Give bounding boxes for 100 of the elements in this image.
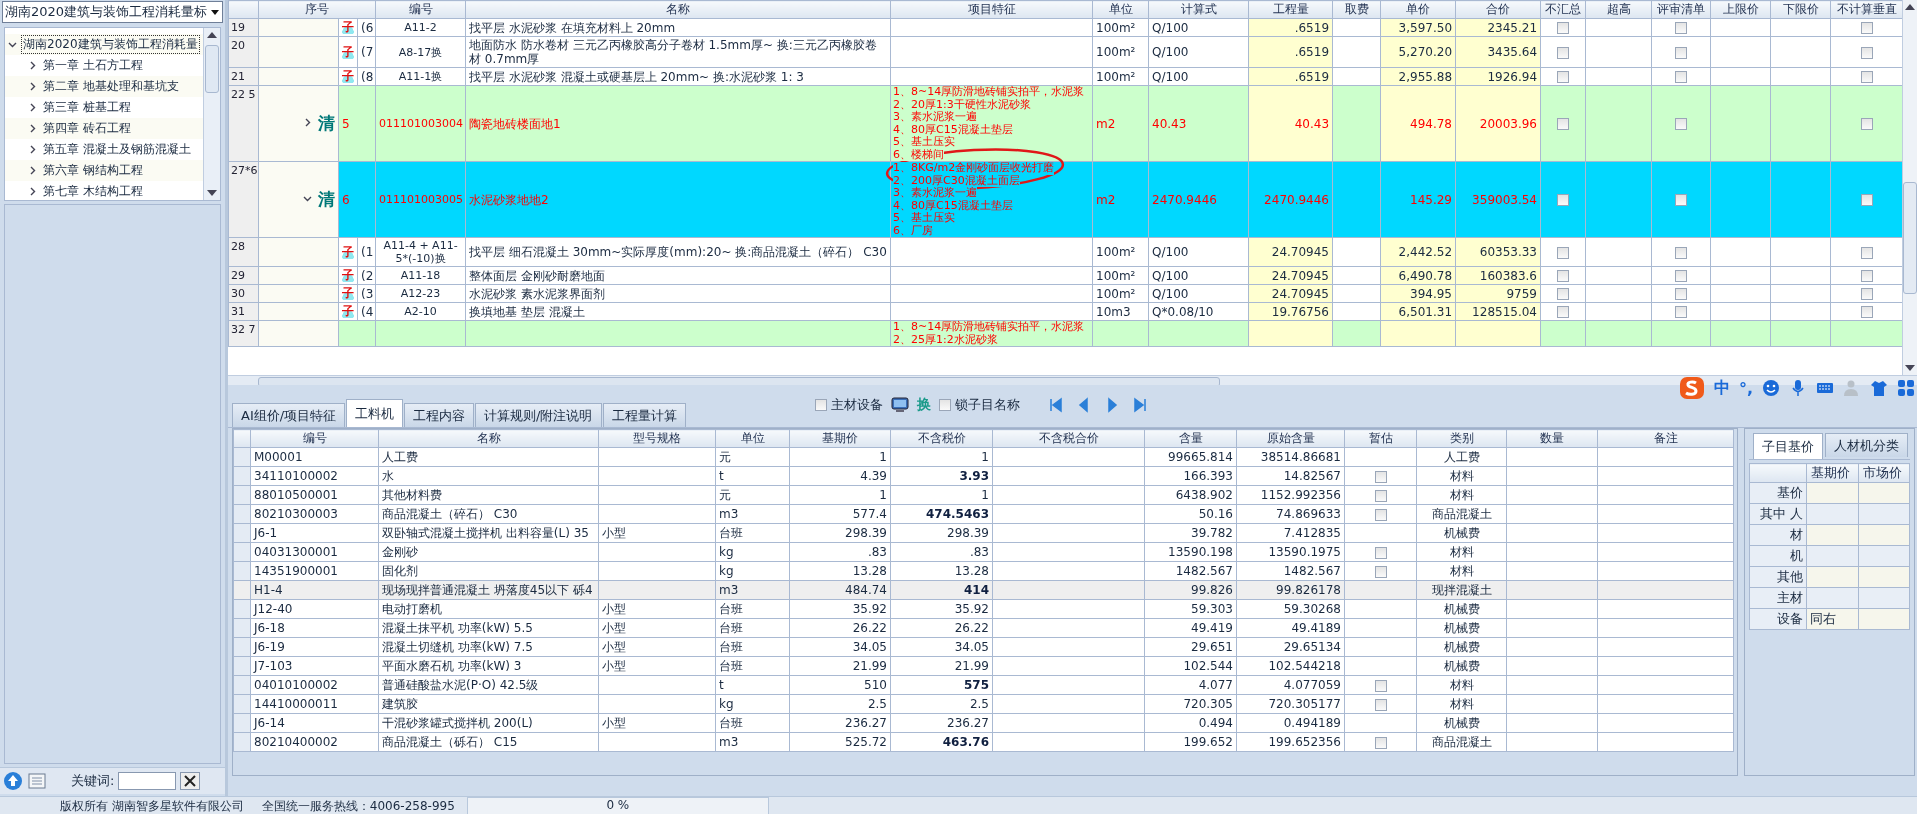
column-header[interactable]: 含量 xyxy=(1144,429,1237,448)
table-row[interactable]: 14410000011 建筑胶 kg 2.5 2.5 720.305 720.305177 材料 xyxy=(233,694,1734,714)
checkbox[interactable] xyxy=(1675,270,1687,282)
column-header[interactable]: 项目特征 xyxy=(890,0,1093,19)
column-header[interactable]: 单位 xyxy=(715,429,790,448)
table-row[interactable]: J6-14 干混砂浆罐式搅拌机 200(L) 小型 台班 236.27 236.27 0.494 0.494189 机械费 xyxy=(233,713,1734,733)
tab[interactable]: 人材机分类 xyxy=(1825,433,1908,457)
checkbox[interactable] xyxy=(1374,736,1387,749)
column-header[interactable]: 序号 xyxy=(258,0,376,19)
column-header[interactable]: 上限价 xyxy=(1710,0,1771,19)
column-header[interactable]: 原始含量 xyxy=(1236,429,1345,448)
checkbox[interactable] xyxy=(1861,288,1873,300)
table-row[interactable]: 80210300003 商品混凝土（碎石） C30 m3 577.4 474.5463 50.16 74.869633 商品混凝土 xyxy=(233,504,1734,524)
checkbox[interactable] xyxy=(1861,270,1873,282)
clear-button[interactable] xyxy=(180,772,201,790)
table-row[interactable]: J6-1 双卧轴式混凝土搅拌机 出料容量(L) 35 小型 台班 298.39 298.39 39.782 7.412835 机械费 xyxy=(233,523,1734,543)
table-row[interactable]: 34110100002 水 t 4.39 3.93 166.393 14.82567 材料 xyxy=(233,466,1734,486)
checkbox[interactable] xyxy=(1675,306,1687,318)
scroll-thumb[interactable] xyxy=(258,377,1220,385)
column-header[interactable]: 编号 xyxy=(250,429,379,448)
chevron-icon[interactable] xyxy=(28,61,37,70)
scrollbar[interactable] xyxy=(1902,0,1917,375)
scroll-up-icon[interactable] xyxy=(207,32,217,38)
table-row[interactable]: J12-40 电动打磨机 小型 台班 35.92 35.92 59.303 59.30268 机械费 xyxy=(233,599,1734,619)
chevron-icon[interactable] xyxy=(28,103,37,112)
tab[interactable]: 工程量计算 xyxy=(602,403,686,427)
checkbox[interactable] xyxy=(1675,246,1687,259)
table-row[interactable]: J6-18 混凝土抹平机 功率(kW) 5.5 小型 台班 26.22 26.22 49.419 49.4189 机械费 xyxy=(233,618,1734,638)
person-icon[interactable] xyxy=(1843,379,1861,397)
checkbox[interactable] xyxy=(1861,71,1873,83)
column-header[interactable]: 评审清单 xyxy=(1651,0,1711,19)
column-header[interactable]: 基期价 xyxy=(789,429,891,448)
chevron-icon[interactable] xyxy=(28,124,37,133)
tab[interactable]: 工程内容 xyxy=(404,403,475,427)
tree-item[interactable]: 第一章 土石方工程 xyxy=(42,57,144,74)
checkbox[interactable] xyxy=(1675,46,1687,59)
grid-icon[interactable] xyxy=(1897,379,1915,397)
checkbox[interactable] xyxy=(1675,71,1687,83)
checkbox[interactable] xyxy=(814,399,827,411)
checkbox[interactable] xyxy=(1374,470,1387,483)
checkbox[interactable] xyxy=(1374,698,1387,711)
scroll-up-icon[interactable] xyxy=(1905,4,1915,10)
column-header[interactable]: 合价 xyxy=(1455,0,1541,19)
checkbox[interactable] xyxy=(1374,508,1387,521)
checkbox[interactable] xyxy=(1557,46,1569,59)
column-header[interactable]: 工程量 xyxy=(1248,0,1333,19)
checkbox[interactable] xyxy=(1557,71,1569,83)
chevron-icon[interactable] xyxy=(28,82,37,91)
column-header[interactable]: 不汇总 xyxy=(1540,0,1586,19)
chevron-icon[interactable] xyxy=(8,40,17,49)
checkbox[interactable] xyxy=(1675,22,1687,34)
tree-item[interactable]: 第五章 混凝土及钢筋混凝土 xyxy=(42,141,192,158)
scroll-down-icon[interactable] xyxy=(1905,365,1915,371)
scrollbar[interactable] xyxy=(203,28,220,200)
checkbox[interactable] xyxy=(1675,288,1687,300)
column-header[interactable]: 单价 xyxy=(1380,0,1456,19)
monitor-icon[interactable] xyxy=(890,396,909,414)
table-row[interactable]: 80210400002 商品混凝土（砾石） C15 m3 525.72 463.76 199.652 199.652356 商品混凝土 xyxy=(233,732,1734,752)
table-row[interactable]: M00001 人工费 元 1 1 99665.814 38514.86681 人工费 xyxy=(233,447,1734,467)
column-header[interactable]: 不计算垂直 xyxy=(1830,0,1902,19)
column-header[interactable]: 型号规格 xyxy=(598,429,716,448)
checkbox[interactable] xyxy=(1557,246,1569,259)
checkbox[interactable] xyxy=(1861,22,1873,34)
table-row[interactable]: 88010500001 其他材料费 元 1 1 6438.902 1152.992356 材料 xyxy=(233,485,1734,505)
checkbox[interactable] xyxy=(1861,246,1873,259)
checkbox[interactable] xyxy=(1675,118,1687,130)
scroll-thumb[interactable] xyxy=(205,45,219,93)
checkbox[interactable] xyxy=(1557,22,1569,34)
punctuation-button[interactable]: °, xyxy=(1738,378,1753,398)
table-row[interactable]: 04031300001 金刚砂 kg .83 .83 13590.198 13590.1975 材料 xyxy=(233,542,1734,562)
smiley-icon[interactable] xyxy=(1762,379,1780,397)
column-header[interactable]: 名称 xyxy=(465,0,891,19)
table-row[interactable]: 04010100002 普通硅酸盐水泥(P·O) 42.5级 t 510 575 4.077 4.077059 材料 xyxy=(233,675,1734,695)
scroll-down-icon[interactable] xyxy=(207,190,217,196)
column-header[interactable]: 取费 xyxy=(1332,0,1381,19)
checkbox[interactable] xyxy=(1374,565,1387,578)
table-row[interactable]: J6-19 混凝土切缝机 功率(kW) 7.5 小型 台班 34.05 34.05 29.651 29.65134 机械费 xyxy=(233,637,1734,657)
column-header[interactable]: 不含税价 xyxy=(890,429,993,448)
checkbox[interactable] xyxy=(1374,679,1387,692)
checkbox[interactable] xyxy=(1861,194,1873,206)
microphone-icon[interactable] xyxy=(1789,379,1807,397)
last-icon[interactable] xyxy=(1131,397,1148,413)
column-header[interactable]: 类别 xyxy=(1416,429,1507,448)
checkbox[interactable] xyxy=(1557,306,1569,318)
table-row[interactable]: 20 子 (7 A8-17换 地面防水 防水卷材 三元乙丙橡胶高分子卷材 1.5mm厚~ 换:三元乙丙橡胶卷材 0.7mm厚 100m² Q/100 .6519 5,270.20 3435.64 xyxy=(228,36,1902,68)
column-header[interactable]: 计算式 xyxy=(1148,0,1249,19)
chevron-icon[interactable] xyxy=(28,145,37,154)
tab[interactable]: 子目基价 xyxy=(1753,433,1823,459)
column-header[interactable]: 下限价 xyxy=(1770,0,1831,19)
chevron-icon[interactable] xyxy=(303,118,312,127)
list-icon[interactable] xyxy=(27,771,47,791)
chevron-icon[interactable] xyxy=(28,166,37,175)
checkbox[interactable] xyxy=(1374,546,1387,559)
tree-item[interactable]: 第三章 桩基工程 xyxy=(42,99,132,116)
table-row[interactable]: 14351900001 固化剂 kg 13.28 13.28 1482.567 1482.567 材料 xyxy=(233,561,1734,581)
checkbox[interactable] xyxy=(1557,118,1569,130)
checkbox[interactable] xyxy=(1557,194,1569,206)
tab[interactable]: 计算规则/附注说明 xyxy=(475,403,602,427)
chevron-icon[interactable] xyxy=(303,194,312,203)
table-row[interactable]: 22 5 清 5 011101003004 陶瓷地砖楼面地1 1、8~14厚防滑地砖铺实拍平，水泥浆 2、20厚1:3干硬性水泥砂浆 3、素水泥浆一遍 4、80厚C15混凝土垫层 5、基土压实 6、楼梯间 m2 40.43 40.43 494.78 20003.96 xyxy=(228,85,1902,162)
